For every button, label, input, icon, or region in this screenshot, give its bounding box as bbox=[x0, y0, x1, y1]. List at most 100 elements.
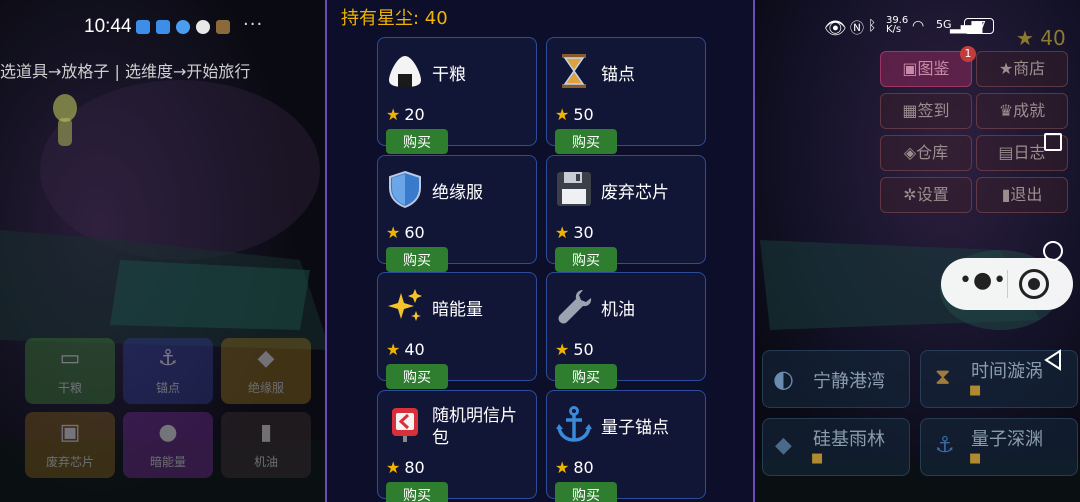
buy-button[interactable]: 购买 bbox=[555, 364, 617, 389]
status-time: 10:44 bbox=[84, 16, 132, 37]
miniprogram-capsule: •●• bbox=[941, 258, 1073, 310]
menu-label: 图鉴 bbox=[917, 59, 950, 78]
inventory-label: 废弃芯片 bbox=[45, 455, 94, 469]
inventory-tile-oil[interactable]: ▮ 机油 bbox=[221, 412, 311, 478]
calendar-icon: ▦ bbox=[902, 101, 918, 120]
star-icon: ★ bbox=[386, 458, 401, 477]
inventory-tile-dark-energy[interactable]: ● 暗能量 bbox=[123, 412, 213, 478]
inventory-tile-rice[interactable]: ▭ 干粮 bbox=[25, 338, 115, 404]
wave-icon: ◐ bbox=[773, 365, 794, 393]
gear-icon: ✲ bbox=[903, 185, 917, 204]
shield-icon: ◆ bbox=[257, 346, 275, 371]
inventory-tile-suit[interactable]: ◆ 绝缘服 bbox=[221, 338, 311, 404]
nfc-icon: Ⓝ bbox=[850, 21, 864, 37]
lock-icon: ■ bbox=[969, 383, 982, 398]
shop-item-insulation-suit: 绝缘服 ★ 60 购买 bbox=[377, 155, 537, 272]
bluetooth-icon: ᛒ bbox=[868, 18, 877, 34]
hourglass-icon: ⧗ bbox=[935, 365, 951, 390]
hourglass-icon bbox=[562, 54, 586, 88]
buy-button[interactable]: 购买 bbox=[555, 247, 617, 272]
price-value: 40 bbox=[404, 340, 425, 359]
inventory-label: 干粮 bbox=[57, 381, 82, 395]
menu-label: 商店 bbox=[1013, 59, 1046, 78]
floppy-disk-icon bbox=[557, 172, 591, 206]
net-speed: 39.6 K/s bbox=[886, 16, 908, 35]
anchor-icon bbox=[556, 406, 592, 442]
item-name: 量子锚点 bbox=[601, 418, 669, 438]
hint-text: 选道具→放格子 | 选维度→开始旅行 bbox=[0, 62, 251, 81]
buy-button[interactable]: 购买 bbox=[386, 482, 448, 502]
item-price: ★ 40 bbox=[386, 340, 425, 359]
shop-item-quantum-anchor: 量子锚点 ★ 80 购买 bbox=[546, 390, 706, 502]
mail-icon bbox=[156, 20, 170, 34]
destination-label: 量子深渊 bbox=[971, 429, 1043, 450]
shield-icon bbox=[389, 170, 421, 208]
item-price: ★ 80 bbox=[555, 458, 594, 477]
menu-label: 日志 bbox=[1013, 143, 1046, 162]
menu-button-settings[interactable]: ✲设置 bbox=[880, 177, 972, 213]
home-button[interactable] bbox=[1043, 241, 1063, 261]
eye-icon: 👁 bbox=[824, 18, 847, 39]
star-icon: ★ bbox=[555, 223, 570, 242]
box-icon: ◈ bbox=[903, 143, 917, 162]
menu-button-exit[interactable]: ▮退出 bbox=[976, 177, 1068, 213]
menu-button-warehouse[interactable]: ◈仓库 bbox=[880, 135, 972, 171]
menu-button-encyclopedia[interactable]: ▣图鉴 bbox=[880, 51, 972, 87]
price-value: 50 bbox=[573, 105, 594, 124]
recent-apps-button[interactable] bbox=[1044, 133, 1062, 151]
inventory-label: 锚点 bbox=[155, 381, 180, 395]
menu-button-achievements[interactable]: ♛成就 bbox=[976, 93, 1068, 129]
chip-icon: ▣ bbox=[59, 420, 81, 445]
more-icon[interactable]: •●• bbox=[959, 268, 1007, 293]
star-icon: ★ bbox=[386, 340, 401, 359]
battery-indicator: 47 bbox=[964, 18, 994, 34]
trophy-icon: ♛ bbox=[998, 101, 1014, 120]
price-value: 80 bbox=[404, 458, 425, 477]
lock-icon: ■ bbox=[969, 451, 982, 466]
buy-button[interactable]: 购买 bbox=[555, 129, 617, 154]
item-price: ★ 30 bbox=[555, 223, 594, 242]
menu-label: 成就 bbox=[1013, 101, 1046, 120]
item-price: ★ 60 bbox=[386, 223, 425, 242]
destination-silicon-rainforest[interactable]: ◆ 硅基雨林 ■ bbox=[762, 418, 910, 476]
back-button[interactable] bbox=[1043, 349, 1063, 371]
star-balance: ★ 40 bbox=[1016, 26, 1066, 50]
menu-label: 设置 bbox=[916, 185, 949, 204]
inventory-label: 绝缘服 bbox=[247, 381, 284, 395]
shop-item-oil: 机油 ★ 50 购买 bbox=[546, 272, 706, 389]
destination-calm-harbor[interactable]: ◐ 宁静港湾 bbox=[762, 350, 910, 408]
buy-button[interactable]: 购买 bbox=[386, 129, 448, 154]
notification-icons bbox=[136, 20, 230, 34]
lock-icon: ■ bbox=[811, 451, 824, 466]
buy-button[interactable]: 购买 bbox=[386, 247, 448, 272]
item-name: 干粮 bbox=[432, 65, 466, 85]
item-name: 锚点 bbox=[601, 65, 635, 85]
item-price: ★ 50 bbox=[555, 340, 594, 359]
inventory-tile-anchor[interactable]: ⚓ 锚点 bbox=[123, 338, 213, 404]
menu-label: 签到 bbox=[917, 101, 950, 120]
inventory-label: 机油 bbox=[253, 455, 278, 469]
price-value: 30 bbox=[573, 223, 594, 242]
star-icon: ★ bbox=[1016, 26, 1034, 50]
menu-button-shop[interactable]: ★商店 bbox=[976, 51, 1068, 87]
net-speed-unit: K/s bbox=[886, 24, 902, 35]
star-icon: ★ bbox=[386, 223, 401, 242]
wrench-icon bbox=[558, 290, 592, 324]
buy-button[interactable]: 购买 bbox=[386, 364, 448, 389]
menu-button-checkin[interactable]: ▦签到 bbox=[880, 93, 972, 129]
price-value: 60 bbox=[404, 223, 425, 242]
item-name: 随机明信片包 bbox=[432, 406, 517, 448]
destination-quantum-abyss[interactable]: ⚓ 量子深渊 ■ bbox=[920, 418, 1078, 476]
notification-badge: 1 bbox=[960, 46, 976, 62]
shield-icon: ◆ bbox=[775, 433, 792, 458]
chat-icon bbox=[176, 20, 190, 34]
journal-icon: ▤ bbox=[998, 143, 1014, 162]
star-icon: ★ bbox=[555, 458, 570, 477]
capsule-divider bbox=[1007, 270, 1008, 298]
shop-item-anchor: 锚点 ★ 50 购买 bbox=[546, 37, 706, 154]
buy-button[interactable]: 购买 bbox=[555, 482, 617, 502]
close-target-icon[interactable] bbox=[1019, 269, 1049, 299]
more-notifications-icon: ··· bbox=[243, 14, 264, 35]
inventory-tile-chip[interactable]: ▣ 废弃芯片 bbox=[25, 412, 115, 478]
rice-ball-icon bbox=[389, 56, 421, 87]
